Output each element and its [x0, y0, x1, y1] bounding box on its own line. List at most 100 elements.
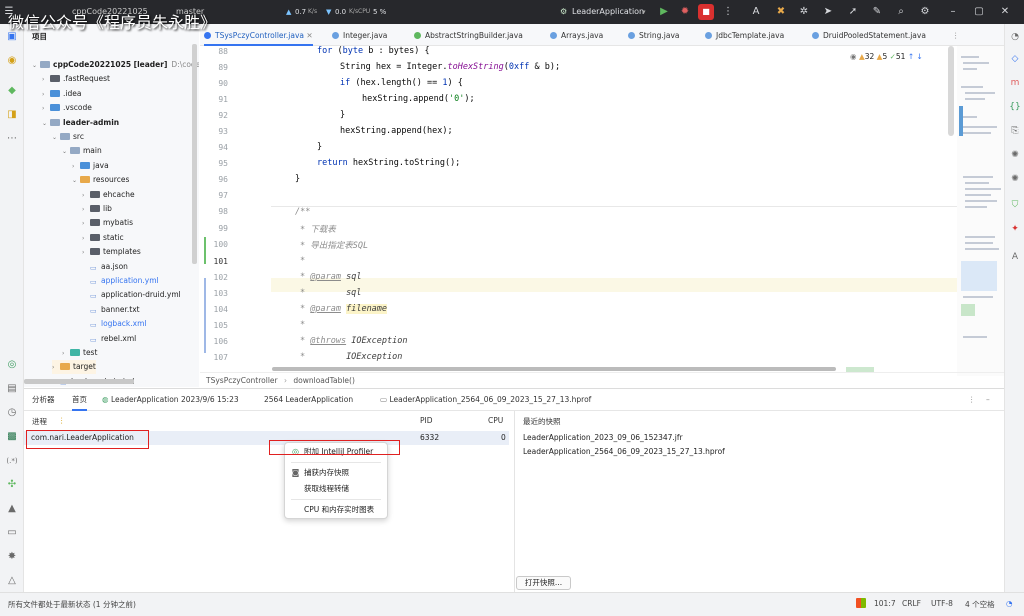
chevron-right-icon[interactable]: ›	[82, 246, 90, 260]
search-icon[interactable]: ⌕	[894, 5, 908, 19]
tree-item[interactable]: ▭ banner.txt	[82, 303, 140, 317]
tab-process[interactable]: 2564 LeaderApplication	[264, 389, 353, 411]
commit-icon[interactable]: ◉	[5, 54, 19, 68]
code-minimap[interactable]	[957, 46, 1004, 376]
shield-icon[interactable]: ⛉	[1008, 198, 1022, 212]
menu-thread-dump[interactable]: 获取线程转储	[285, 482, 387, 496]
inspection-widget[interactable]: ◉ ▲32 ▲5 ✓51 ↑ ↓	[850, 52, 923, 61]
tree-item[interactable]: › java	[72, 159, 109, 173]
plugins-icon[interactable]: ✣	[5, 478, 19, 492]
line-number[interactable]: 93	[200, 127, 228, 136]
tab-string[interactable]: String.java	[628, 24, 679, 46]
tabs-overflow-icon[interactable]: ⋮	[952, 24, 960, 46]
tab-druidpooledstatement[interactable]: DruidPooledStatement.java	[812, 24, 926, 46]
tree-item[interactable]: ⌄cppCode20221025 [leader]D:\code\	[32, 58, 199, 72]
bird-icon[interactable]: ✦	[1008, 222, 1022, 236]
col-cpu-header[interactable]: CPU	[488, 416, 503, 425]
status-message[interactable]: 所有文件都处于最新状态 (1 分钟之前)	[8, 599, 136, 610]
tab-integer[interactable]: Integer.java	[332, 24, 387, 46]
panel-divider[interactable]	[514, 411, 515, 593]
chevron-right-icon[interactable]: ›	[42, 102, 50, 116]
tree-item[interactable]: ⌄ main	[62, 144, 102, 158]
tab-tsyspczycontroller[interactable]: TSysPczyController.java ✕	[204, 24, 313, 46]
profiler-icon[interactable]: ◎	[5, 358, 19, 372]
tab-jdbctemplate[interactable]: JdbcTemplate.java	[705, 24, 784, 46]
line-number[interactable]: 94	[200, 143, 228, 152]
line-number[interactable]: 99	[200, 224, 228, 233]
col-pid-header[interactable]: PID	[420, 416, 433, 425]
panel-options-icon[interactable]: ⋮	[968, 389, 976, 411]
file-encoding[interactable]: UTF-8	[931, 599, 953, 608]
structure-icon[interactable]: ⎘	[1008, 124, 1022, 138]
tree-item[interactable]: ⌄ src	[52, 130, 84, 144]
snapshot-item[interactable]: LeaderApplication_2023_09_06_152347.jfr	[523, 433, 683, 442]
tree-item[interactable]: ▭ logback.xml	[82, 317, 146, 331]
line-number[interactable]: 96	[200, 175, 228, 184]
editor-hscrollbar[interactable]	[272, 367, 836, 371]
chevron-right-icon[interactable]: ›	[82, 203, 90, 217]
maximize-icon[interactable]: ▢	[972, 5, 986, 19]
terminal-icon[interactable]: ▭	[5, 526, 19, 540]
minimize-icon[interactable]: –	[946, 5, 960, 19]
run-config-selector[interactable]: LeaderApplication	[572, 0, 644, 24]
tree-item[interactable]: › lib	[82, 202, 112, 216]
line-number[interactable]: 89	[200, 63, 228, 72]
line-number[interactable]: 91	[200, 95, 228, 104]
chevron-down-icon[interactable]: ⌄	[52, 131, 60, 145]
notifications-icon[interactable]: ◔	[1008, 30, 1022, 44]
chevron-right-icon[interactable]: ›	[82, 189, 90, 203]
tree-item[interactable]: › .fastRequest	[42, 72, 110, 86]
more-tools-icon[interactable]: ⋯	[5, 132, 19, 146]
bug-icon[interactable]: ✲	[797, 5, 811, 19]
editor-scrollbar[interactable]	[948, 46, 954, 136]
git-icon[interactable]	[5, 574, 19, 588]
excel-icon[interactable]: ▩	[5, 430, 19, 444]
windows-icon[interactable]	[856, 598, 866, 608]
chevron-right-icon[interactable]: ›	[42, 73, 50, 87]
line-number[interactable]: 95	[200, 159, 228, 168]
tree-scrollbar[interactable]	[192, 44, 197, 264]
hide-panel-icon[interactable]: –	[986, 389, 990, 411]
settings-icon[interactable]: ⚙	[918, 5, 932, 19]
line-number[interactable]: 90	[200, 79, 228, 88]
tree-item[interactable]: ▭ aa.json	[82, 260, 128, 274]
lock-icon[interactable]: ◔	[1006, 599, 1013, 608]
line-separator[interactable]: CRLF	[902, 599, 921, 608]
line-number[interactable]: 107	[200, 353, 228, 362]
tab-session[interactable]: ◍ LeaderApplication 2023/9/6 15:23	[102, 389, 239, 411]
bookmarks-icon[interactable]: ◨	[5, 108, 19, 122]
line-number[interactable]: 92	[200, 111, 228, 120]
open-snapshot-button[interactable]: 打开快照...	[516, 576, 571, 590]
breadcrumb-class[interactable]: TSysPczyController	[206, 376, 278, 385]
history-icon[interactable]: ◷	[5, 406, 19, 420]
chevron-right-icon[interactable]: ›	[72, 160, 80, 174]
plugin-icon[interactable]: ➤	[821, 5, 835, 19]
chevron-down-icon[interactable]: ⌄	[32, 59, 40, 73]
tree-item[interactable]: ▭ rebel.xml	[82, 332, 136, 346]
regex-icon[interactable]: (.*)	[5, 454, 19, 468]
next-highlight-icon[interactable]: ↓	[917, 52, 923, 61]
tree-hscrollbar[interactable]	[24, 379, 134, 384]
tab-hprof[interactable]: ▭ LeaderApplication_2564_06_09_2023_15_2…	[380, 389, 591, 411]
debug-icon[interactable]: ✹	[678, 5, 692, 19]
reader-mode-icon[interactable]: ◉	[850, 52, 857, 61]
line-number[interactable]: 97	[200, 191, 228, 200]
chevron-right-icon[interactable]: ›	[62, 347, 70, 361]
line-number[interactable]: 98	[200, 207, 228, 216]
tree-item[interactable]: › target	[52, 360, 96, 375]
tree-item[interactable]: › static	[82, 231, 124, 245]
tab-close-icon[interactable]: ✕	[306, 31, 312, 40]
ai-assistant-icon[interactable]: ◇	[1008, 52, 1022, 66]
run-service-icon[interactable]: ◆	[5, 84, 19, 98]
translate-icon[interactable]: A	[749, 5, 763, 19]
indent-setting[interactable]: 4 个空格	[965, 599, 995, 610]
tree-item[interactable]: ⌄ resources	[72, 173, 129, 187]
problems-icon[interactable]: ✸	[5, 550, 19, 564]
more-icon[interactable]: ⋮	[721, 5, 735, 19]
sort-icon[interactable]: ⋮	[58, 416, 66, 425]
menu-capture-memory[interactable]: ◙ 捕获内存快照	[285, 466, 387, 480]
tab-arrays[interactable]: Arrays.java	[550, 24, 603, 46]
chevron-down-icon[interactable]: ⌄	[62, 145, 70, 159]
json-icon[interactable]: {}	[1008, 100, 1022, 114]
tree-item[interactable]: › templates	[82, 245, 141, 259]
